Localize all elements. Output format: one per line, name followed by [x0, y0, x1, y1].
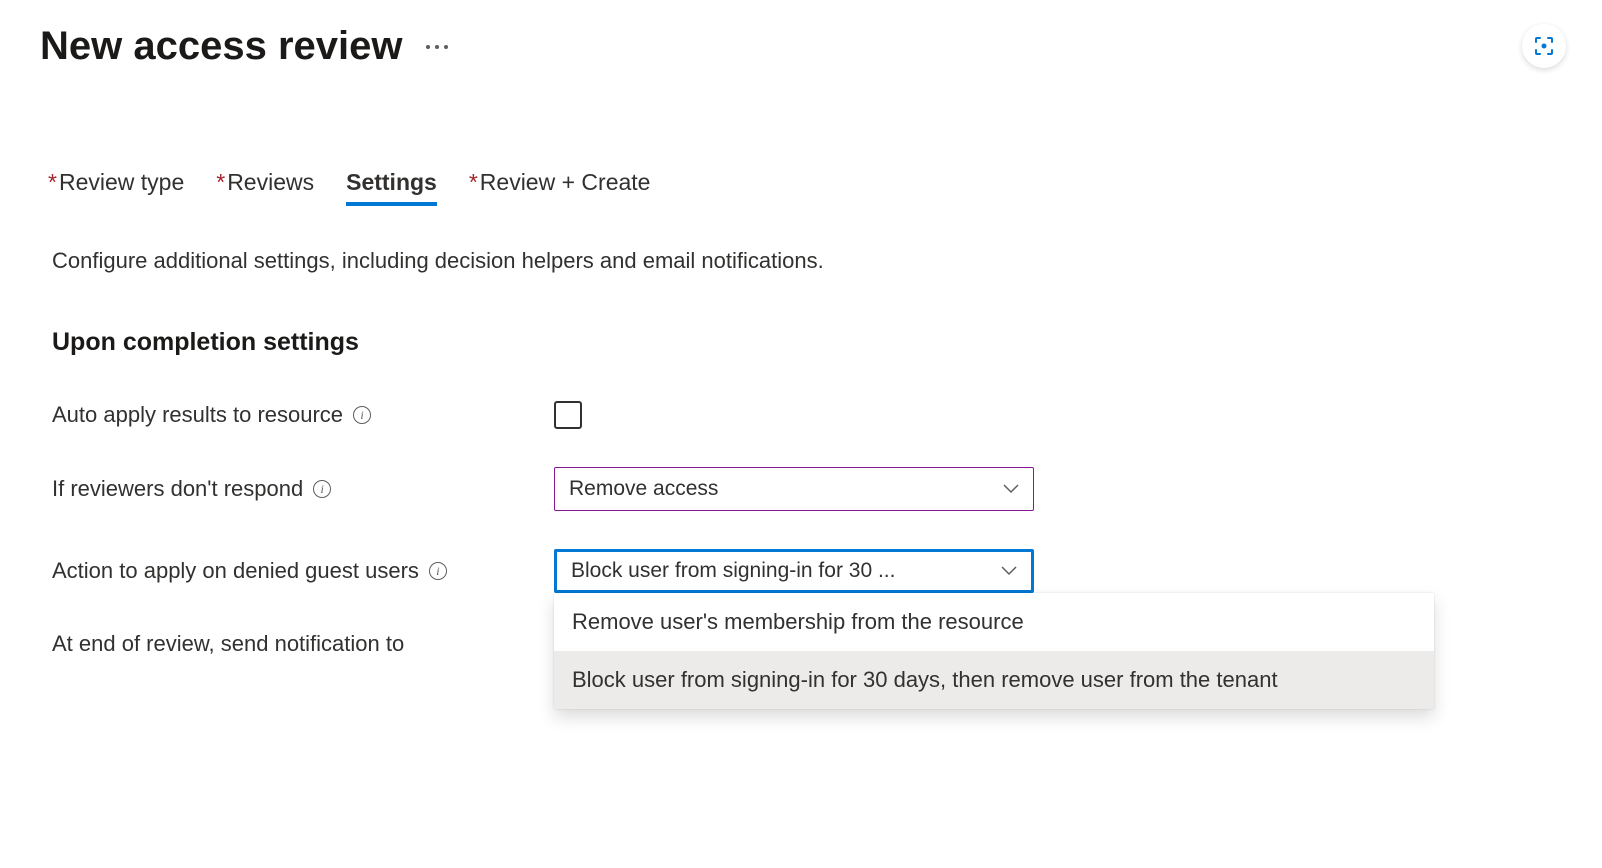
label-denied-action: Action to apply on denied guest users i — [52, 558, 554, 584]
label-auto-apply: Auto apply results to resource i — [52, 402, 554, 428]
row-denied-action: Action to apply on denied guest users i … — [40, 549, 1562, 593]
tab-reviews[interactable]: * Reviews — [216, 169, 314, 204]
select-denied-action[interactable]: Block user from signing-in for 30 ... — [554, 549, 1034, 593]
dropdown-option[interactable]: Block user from signing-in for 30 days, … — [554, 651, 1434, 709]
tab-label: Review type — [59, 169, 184, 196]
checkbox-auto-apply[interactable] — [554, 401, 582, 429]
tab-settings[interactable]: Settings — [346, 169, 437, 204]
tab-label: Review + Create — [480, 169, 651, 196]
select-value: Remove access — [569, 477, 718, 501]
chevron-down-icon — [1001, 566, 1017, 576]
dropdown-option[interactable]: Remove user's membership from the resour… — [554, 593, 1434, 651]
required-asterisk: * — [469, 169, 478, 196]
section-title: Upon completion settings — [40, 328, 1562, 357]
tab-label: Settings — [346, 169, 437, 196]
label-text: Auto apply results to resource — [52, 402, 343, 428]
required-asterisk: * — [216, 169, 225, 196]
dropdown-menu: Remove user's membership from the resour… — [554, 593, 1434, 709]
info-icon[interactable]: i — [353, 406, 371, 424]
label-text: At end of review, send notification to — [52, 631, 404, 657]
screenshot-button[interactable] — [1522, 24, 1566, 68]
info-icon[interactable]: i — [429, 562, 447, 580]
info-icon[interactable]: i — [313, 480, 331, 498]
label-notification: At end of review, send notification to — [52, 631, 554, 657]
row-auto-apply: Auto apply results to resource i — [40, 401, 1562, 429]
label-text: If reviewers don't respond — [52, 476, 303, 502]
page-title: New access review — [40, 24, 402, 69]
label-text: Action to apply on denied guest users — [52, 558, 419, 584]
more-icon[interactable] — [422, 41, 452, 53]
label-no-response: If reviewers don't respond i — [52, 476, 554, 502]
select-no-response[interactable]: Remove access — [554, 467, 1034, 511]
tab-review-create[interactable]: * Review + Create — [469, 169, 651, 204]
select-value: Block user from signing-in for 30 ... — [571, 559, 895, 583]
screenshot-icon — [1532, 34, 1556, 58]
row-no-response: If reviewers don't respond i Remove acce… — [40, 467, 1562, 511]
required-asterisk: * — [48, 169, 57, 196]
tab-label: Reviews — [227, 169, 314, 196]
tabs-container: * Review type * Reviews Settings * Revie… — [40, 169, 1562, 204]
tab-review-type[interactable]: * Review type — [48, 169, 184, 204]
chevron-down-icon — [1003, 484, 1019, 494]
settings-description: Configure additional settings, including… — [40, 248, 1562, 274]
